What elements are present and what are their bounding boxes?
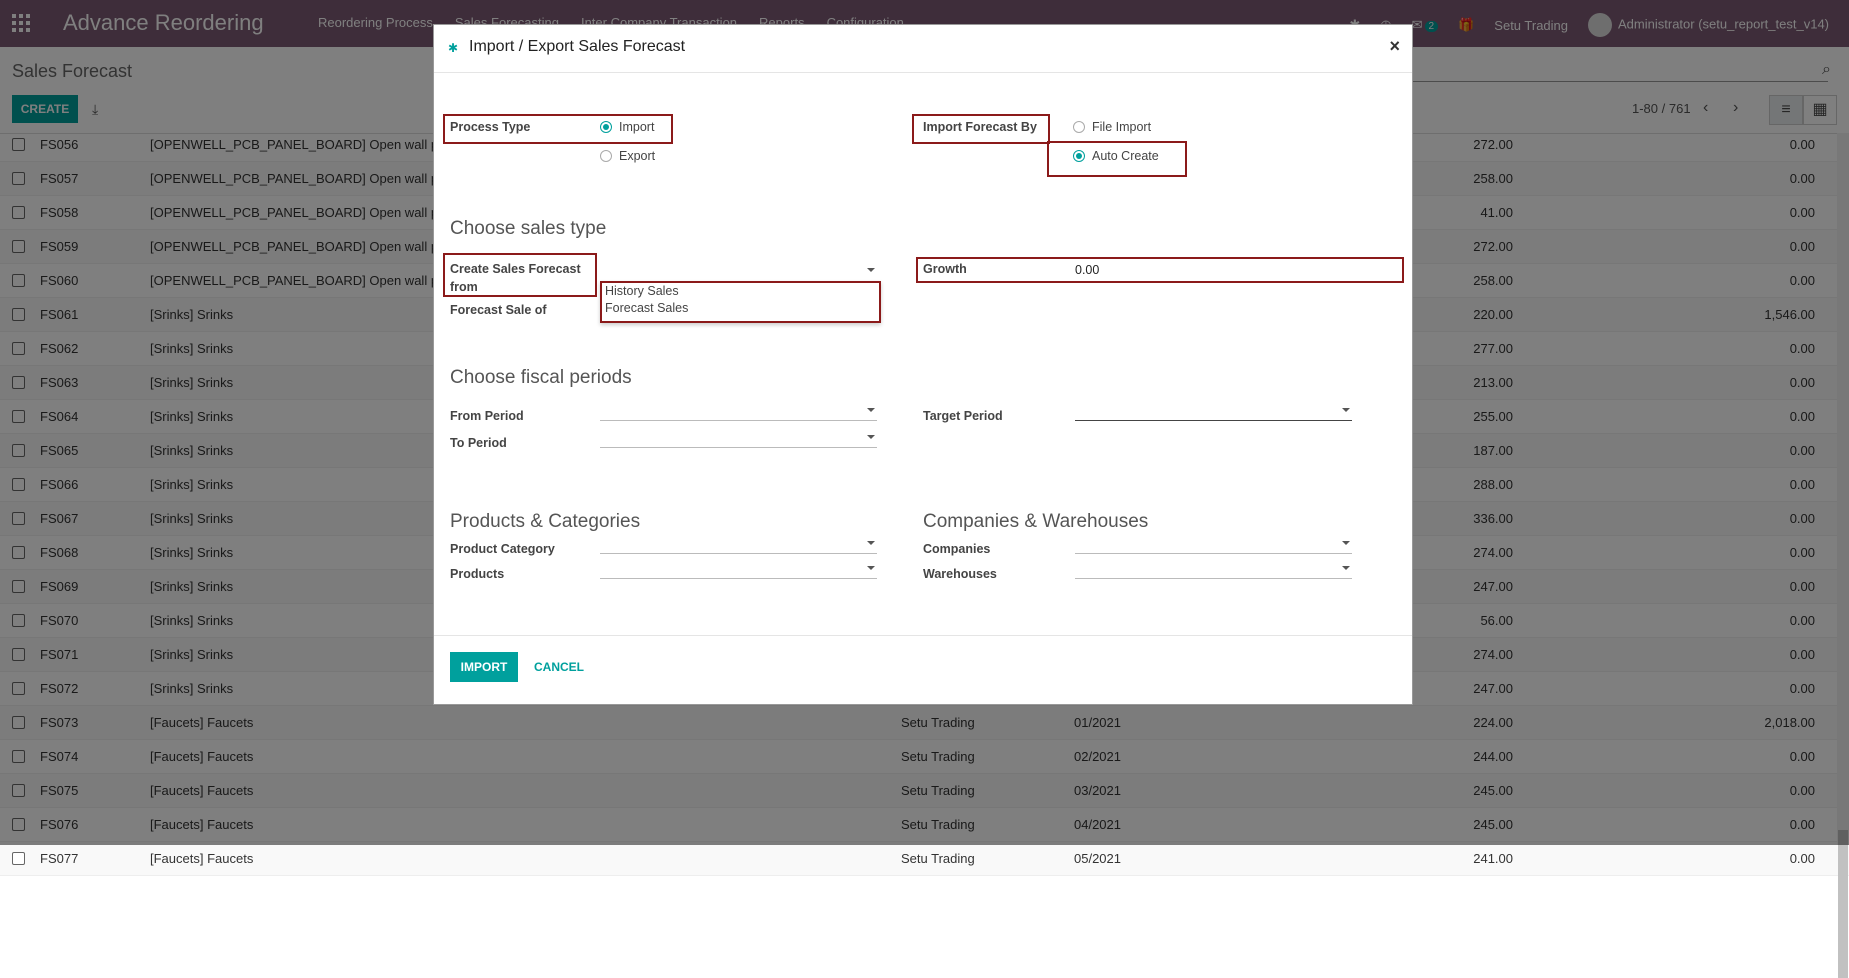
table-row[interactable]: FS077 [Faucets] Faucets Setu Trading 05/202… [0,842,1849,876]
to-period-select[interactable] [600,429,877,448]
chevron-down-icon [1342,566,1350,570]
radio-checked-icon [1073,150,1085,162]
products-select[interactable] [600,560,877,579]
product-name: [Faucets] Faucets [150,851,254,866]
import-button[interactable]: IMPORT [450,652,518,682]
products-label: Products [450,567,505,581]
warehouses-label: Warehouses [923,567,997,581]
product-category-select[interactable] [600,535,877,554]
radio-label: Auto Create [1092,149,1159,163]
import-export-dialog: ✱ Import / Export Sales Forecast × Proce… [433,24,1413,705]
growth-label: Growth [923,262,967,276]
radio-label: Export [619,149,656,163]
process-type-label: Process Type [450,120,531,134]
section-products-categories: Products & Categories [450,511,641,532]
period: 05/2021 [1074,851,1121,866]
chevron-down-icon [867,566,875,570]
chevron-down-icon [867,268,875,272]
target-period-label: Target Period [923,409,1003,423]
option-history-sales[interactable]: History Sales [605,284,679,298]
forecast-sale-of-label: Forecast Sale of [450,303,547,317]
bug-icon: ✱ [448,41,459,55]
companies-select[interactable] [1075,535,1352,554]
chevron-down-icon [1342,541,1350,545]
to-period-label: To Period [450,436,507,450]
process-import-radio[interactable]: Import [600,120,654,134]
highlight-growth [916,257,1404,283]
create-from-select[interactable] [600,262,877,280]
dialog-title: Import / Export Sales Forecast [469,38,686,55]
from-period-label: From Period [450,409,524,423]
from-period-select[interactable] [600,402,877,421]
chevron-down-icon [867,541,875,545]
create-from-label: Create Sales Forecast from [450,262,581,294]
section-companies-warehouses: Companies & Warehouses [923,511,1149,532]
companies-label: Companies [923,542,991,556]
chevron-down-icon [867,408,875,412]
create-from-dropdown: History Sales Forecast Sales [600,281,881,323]
import-by-label: Import Forecast By [923,120,1037,134]
target-period-select[interactable] [1075,402,1352,421]
section-fiscal-periods: Choose fiscal periods [450,367,632,388]
file-import-radio[interactable]: File Import [1073,120,1151,134]
chevron-down-icon [867,435,875,439]
process-export-radio[interactable]: Export [600,149,655,163]
radio-label: File Import [1092,120,1152,134]
scrollbar-thumb[interactable] [1838,830,1848,978]
option-forecast-sales[interactable]: Forecast Sales [605,301,688,315]
warehouses-select[interactable] [1075,560,1352,579]
cancel-button[interactable]: CANCEL [534,660,584,674]
radio-checked-icon [600,121,612,133]
forecast-value: 0.00 [1789,851,1815,866]
forecast-name: FS077 [40,851,79,866]
auto-create-radio[interactable]: Auto Create [1073,149,1159,163]
radio-unchecked-icon [600,150,612,162]
company-name: Setu Trading [901,851,975,866]
section-sales-type: Choose sales type [450,218,607,239]
product-category-label: Product Category [450,542,555,556]
radio-label: Import [619,120,655,134]
row-checkbox[interactable] [12,852,25,865]
forecast-qty: 241.00 [1473,851,1513,866]
radio-unchecked-icon [1073,121,1085,133]
chevron-down-icon [1342,408,1350,412]
dialog-header: ✱ Import / Export Sales Forecast × [434,25,1412,73]
close-icon[interactable]: × [1389,36,1400,57]
growth-field[interactable]: 0.00 [1075,263,1099,277]
dialog-footer: IMPORT CANCEL [434,635,1412,704]
